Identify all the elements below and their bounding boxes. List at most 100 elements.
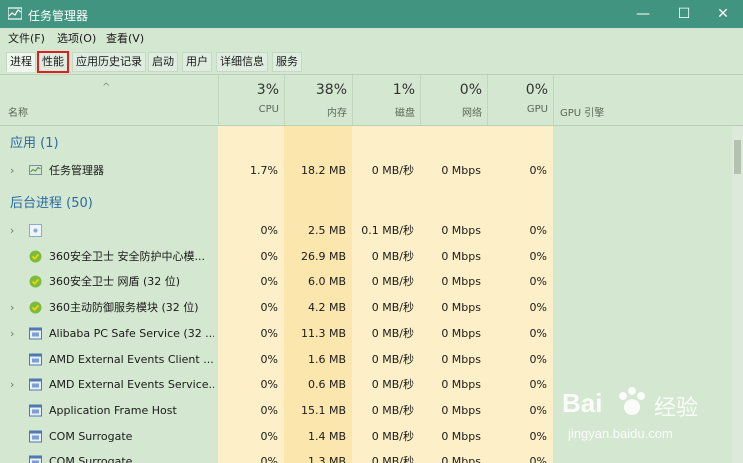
security-shield-icon bbox=[29, 250, 42, 263]
service-window-icon bbox=[29, 430, 42, 443]
service-window-icon bbox=[29, 378, 42, 391]
process-disk-value: 0 MB/秒 bbox=[371, 403, 414, 417]
process-name: COM Surrogate bbox=[49, 429, 133, 443]
process-gpu-value: 0% bbox=[529, 352, 547, 366]
process-network-value: 0 Mbps bbox=[441, 301, 481, 315]
process-row[interactable]: COM Surrogate 0% 1.3 MB 0 MB/秒 0 Mbps 0% bbox=[0, 449, 732, 463]
process-network-value: 0 Mbps bbox=[441, 352, 481, 366]
process-name: COM Surrogate bbox=[49, 455, 133, 463]
header-network[interactable]: 0% 网络 bbox=[420, 75, 488, 125]
process-network-value: 0 Mbps bbox=[441, 164, 481, 177]
process-name: 360主动防御服务模块 (32 位) bbox=[49, 301, 199, 315]
process-name: 360安全卫士 网盾 (32 位) bbox=[49, 275, 181, 289]
tab-processes[interactable]: 进程 bbox=[6, 52, 36, 72]
process-disk-value: 0.1 MB/秒 bbox=[361, 224, 414, 237]
process-network-value: 0 Mbps bbox=[441, 455, 481, 463]
process-disk-value: 0 MB/秒 bbox=[371, 249, 414, 263]
header-name[interactable]: ^ 名称 bbox=[0, 75, 218, 125]
process-disk-value: 0 MB/秒 bbox=[371, 352, 414, 366]
header-disk[interactable]: 1% 磁盘 bbox=[352, 75, 421, 125]
process-memory-value: 1.6 MB bbox=[307, 352, 346, 366]
group-title-background: 后台进程 (50) bbox=[10, 196, 93, 211]
header-gpu-engine[interactable]: GPU 引擎 bbox=[553, 75, 743, 125]
expand-chevron-icon[interactable]: › bbox=[10, 372, 14, 397]
maximize-button[interactable]: ☐ bbox=[664, 0, 704, 28]
task-manager-icon bbox=[8, 7, 22, 20]
process-name: 任务管理器 bbox=[49, 164, 104, 177]
process-memory-value: 15.1 MB bbox=[300, 403, 346, 417]
process-gpu-value: 0% bbox=[529, 455, 547, 463]
process-memory-value: 0.6 MB bbox=[307, 378, 346, 392]
sort-caret-icon: ^ bbox=[102, 82, 111, 93]
process-row[interactable]: › 任务管理器 1.7% 18.2 MB 0 MB/秒 0 Mbps 0% bbox=[0, 158, 732, 183]
expand-chevron-icon[interactable]: › bbox=[10, 321, 14, 346]
process-memory-value: 1.4 MB bbox=[307, 429, 346, 443]
process-network-value: 0 Mbps bbox=[441, 275, 481, 289]
process-cpu-value: 0% bbox=[260, 378, 278, 392]
menu-options[interactable]: 选项(O) bbox=[57, 30, 96, 46]
process-cpu-value: 0% bbox=[260, 326, 278, 340]
process-gpu-value: 0% bbox=[529, 403, 547, 417]
header-cpu-pct: 3% bbox=[256, 82, 279, 98]
process-network-value: 0 Mbps bbox=[441, 326, 481, 340]
process-gpu-value: 0% bbox=[529, 429, 547, 443]
expand-chevron-icon[interactable]: › bbox=[10, 158, 14, 183]
security-shield-icon bbox=[29, 275, 42, 288]
tab-bar: 进程 性能 应用历史记录 启动 用户 详细信息 服务 bbox=[0, 46, 743, 75]
column-header-row: ^ 名称 3% CPU 38% 内存 1% 磁盘 0% 网络 0% GPU GP… bbox=[0, 75, 743, 126]
process-gpu-value: 0% bbox=[529, 164, 547, 177]
process-cpu-value: 0% bbox=[260, 352, 278, 366]
blank-process-icon bbox=[29, 224, 42, 237]
process-row[interactable]: › 0% 2.5 MB 0.1 MB/秒 0 Mbps 0% bbox=[0, 218, 732, 243]
header-name-label: 名称 bbox=[8, 108, 28, 119]
tab-services[interactable]: 服务 bbox=[272, 52, 302, 72]
process-row[interactable]: 360安全卫士 网盾 (32 位) 0% 6.0 MB 0 MB/秒 0 Mbps 0% bbox=[0, 269, 732, 294]
header-network-label: 网络 bbox=[462, 108, 482, 119]
close-button[interactable]: ✕ bbox=[703, 0, 743, 28]
title-bar: 任务管理器 — ☐ ✕ bbox=[0, 0, 743, 28]
header-network-pct: 0% bbox=[459, 82, 482, 98]
process-row[interactable]: › 360主动防御服务模块 (32 位) 0% 4.2 MB 0 MB/秒 0 Mbps 0… bbox=[0, 295, 732, 320]
process-row[interactable]: AMD External Events Client ... 0% 1.6 MB 0 … bbox=[0, 347, 732, 372]
process-memory-value: 18.2 MB bbox=[300, 164, 346, 177]
process-memory-value: 1.3 MB bbox=[307, 455, 346, 463]
process-row[interactable]: 360安全卫士 安全防护中心模... 0% 26.9 MB 0 MB/秒 0 Mbps 0… bbox=[0, 244, 732, 269]
process-gpu-value: 0% bbox=[529, 301, 547, 315]
service-window-icon bbox=[29, 455, 42, 463]
tab-details[interactable]: 详细信息 bbox=[216, 52, 268, 72]
header-cpu[interactable]: 3% CPU bbox=[218, 75, 285, 125]
process-disk-value: 0 MB/秒 bbox=[371, 301, 414, 315]
minimize-button[interactable]: — bbox=[623, 0, 663, 28]
watermark-brand2: 经验 bbox=[654, 396, 699, 421]
process-disk-value: 0 MB/秒 bbox=[371, 164, 414, 177]
group-header-apps[interactable]: 应用 (1) bbox=[0, 131, 732, 156]
process-disk-value: 0 MB/秒 bbox=[371, 455, 414, 463]
process-gpu-value: 0% bbox=[529, 224, 547, 237]
process-cpu-value: 0% bbox=[260, 403, 278, 417]
header-memory[interactable]: 38% 内存 bbox=[284, 75, 353, 125]
expand-chevron-icon[interactable]: › bbox=[10, 295, 14, 320]
process-memory-value: 26.9 MB bbox=[300, 249, 346, 263]
group-header-background[interactable]: 后台进程 (50) bbox=[0, 191, 732, 216]
vertical-scrollbar[interactable] bbox=[732, 126, 743, 463]
tab-startup[interactable]: 启动 bbox=[148, 52, 178, 72]
header-cpu-label: CPU bbox=[258, 104, 279, 115]
service-window-icon bbox=[29, 404, 42, 417]
tab-performance[interactable]: 性能 bbox=[37, 51, 69, 73]
scrollbar-thumb[interactable] bbox=[734, 140, 741, 174]
baidu-watermark: Bai 经验 jingyan.baidu.com bbox=[562, 380, 732, 450]
process-cpu-value: 1.7% bbox=[250, 164, 278, 177]
expand-chevron-icon[interactable]: › bbox=[10, 218, 14, 243]
process-disk-value: 0 MB/秒 bbox=[371, 326, 414, 340]
menu-file[interactable]: 文件(F) bbox=[8, 30, 45, 46]
group-title-apps: 应用 (1) bbox=[10, 136, 59, 151]
header-gpu[interactable]: 0% GPU bbox=[487, 75, 554, 125]
process-row[interactable]: › Alibaba PC Safe Service (32 ... 0% 11.3 M… bbox=[0, 321, 732, 346]
process-gpu-value: 0% bbox=[529, 326, 547, 340]
service-window-icon bbox=[29, 327, 42, 340]
tab-users[interactable]: 用户 bbox=[182, 52, 212, 72]
task-manager-icon bbox=[29, 165, 42, 175]
menu-view[interactable]: 查看(V) bbox=[106, 30, 144, 46]
security-shield-icon bbox=[29, 301, 42, 314]
tab-app-history[interactable]: 应用历史记录 bbox=[72, 52, 146, 72]
